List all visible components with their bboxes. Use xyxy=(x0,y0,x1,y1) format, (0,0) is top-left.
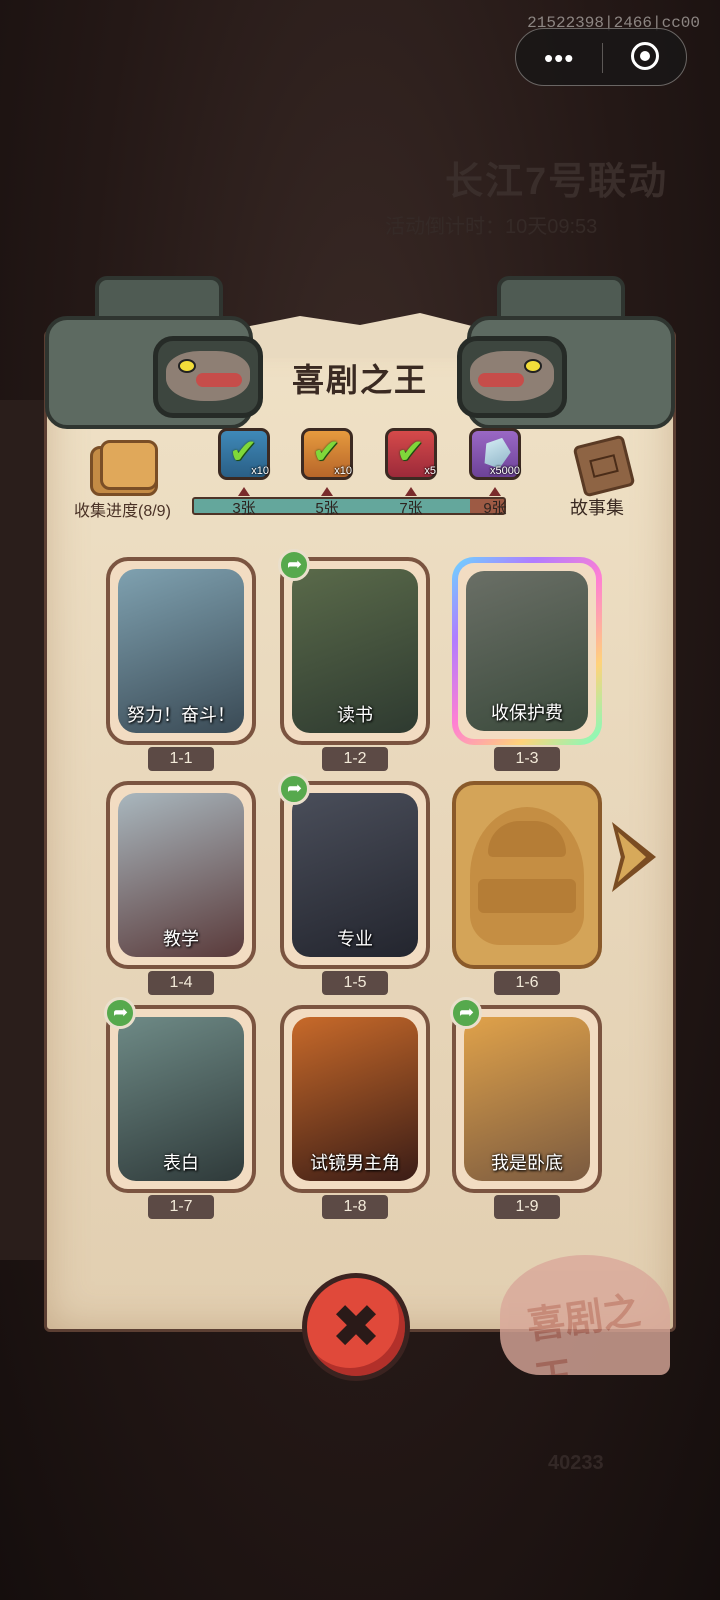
story-collection-label[interactable]: 故事集 xyxy=(570,494,624,520)
background-shelf xyxy=(0,400,48,1260)
mini-program-capsule: ••• xyxy=(515,28,687,86)
check-icon: ✔ xyxy=(229,433,258,471)
card-caption: 专业 xyxy=(337,929,373,949)
background-score: 40233 xyxy=(548,1452,604,1474)
capsule-divider xyxy=(602,43,603,73)
background-event-title: 长江7号联动 xyxy=(445,161,669,203)
close-x-icon: ✖ xyxy=(330,1293,382,1360)
collection-progress-label: 收集进度(8/9) xyxy=(74,503,171,520)
share-glyph: ➦ xyxy=(287,778,303,798)
collection-cards-icon xyxy=(86,440,162,496)
card-number-label: 1-2 xyxy=(322,747,388,771)
card-caption: 读书 xyxy=(337,705,373,725)
milestone-label-1: 3张 xyxy=(232,500,256,517)
reward-count: x5000 xyxy=(490,465,520,477)
milestone-reward-1[interactable]: ✔ x10 xyxy=(218,428,270,480)
milestone-marker xyxy=(321,487,333,496)
card-number-label: 1-1 xyxy=(148,747,214,771)
panel-title: 喜剧之王 xyxy=(291,362,428,398)
background-countdown: 活动倒计时：10天09:53 xyxy=(385,216,598,238)
panel-stamp: 喜剧之王 xyxy=(500,1255,670,1375)
card-number-label: 1-4 xyxy=(148,971,214,995)
card-number-label: 1-7 xyxy=(148,1195,214,1219)
locked-card-silhouette xyxy=(470,807,584,945)
close-button[interactable]: ✖ xyxy=(302,1273,410,1381)
card-caption: 表白 xyxy=(163,1153,199,1173)
share-arrow-icon[interactable]: ➦ xyxy=(104,997,136,1029)
share-glyph: ➦ xyxy=(287,554,303,574)
target-icon[interactable] xyxy=(631,42,659,70)
story-card[interactable]: 读书 xyxy=(280,557,430,745)
card-caption: 努力！奋斗！ xyxy=(127,705,235,725)
reward-count: x5 xyxy=(424,465,436,477)
share-arrow-icon[interactable]: ➦ xyxy=(278,773,310,805)
story-card[interactable]: 表白 xyxy=(106,1005,256,1193)
card-number-label: 1-6 xyxy=(494,971,560,995)
story-card[interactable]: 试镜男主角 xyxy=(280,1005,430,1193)
share-glyph: ➦ xyxy=(459,1002,475,1022)
card-caption: 试镜男主角 xyxy=(310,1153,400,1173)
milestone-marker xyxy=(405,487,417,496)
milestone-label-3: 7张 xyxy=(399,500,423,517)
share-glyph: ➦ xyxy=(113,1002,129,1022)
story-card[interactable]: 专业 xyxy=(280,781,430,969)
milestone-reward-3[interactable]: ✔ x5 xyxy=(385,428,437,480)
more-dots-icon[interactable]: ••• xyxy=(544,45,574,71)
milestone-reward-4[interactable]: x5000 xyxy=(469,428,521,480)
card-caption: 收保护费 xyxy=(491,703,563,723)
story-card[interactable]: 我是卧底 xyxy=(452,1005,602,1193)
milestone-marker xyxy=(238,487,250,496)
check-icon: ✔ xyxy=(396,433,425,471)
reward-count: x10 xyxy=(334,465,352,477)
milestone-label-4: 9张 xyxy=(483,500,507,517)
reward-count: x10 xyxy=(251,465,269,477)
stamp-text: 喜剧之王 xyxy=(524,1290,644,1375)
milestone-reward-2[interactable]: ✔ x10 xyxy=(301,428,353,480)
milestone-marker xyxy=(489,487,501,496)
milestone-label-2: 5张 xyxy=(315,500,339,517)
card-caption: 教学 xyxy=(163,929,199,949)
share-arrow-icon[interactable]: ➦ xyxy=(278,549,310,581)
check-icon: ✔ xyxy=(312,433,341,471)
story-card[interactable]: 收保护费 xyxy=(452,557,602,745)
card-number-label: 1-8 xyxy=(322,1195,388,1219)
card-locked[interactable] xyxy=(452,781,602,969)
share-arrow-icon[interactable]: ➦ xyxy=(450,997,482,1029)
card-number-label: 1-9 xyxy=(494,1195,560,1219)
card-caption: 我是卧底 xyxy=(491,1153,563,1173)
card-number-label: 1-5 xyxy=(322,971,388,995)
story-card[interactable]: 教学 xyxy=(106,781,256,969)
card-number-label: 1-3 xyxy=(494,747,560,771)
story-card[interactable]: 努力！奋斗！ xyxy=(106,557,256,745)
